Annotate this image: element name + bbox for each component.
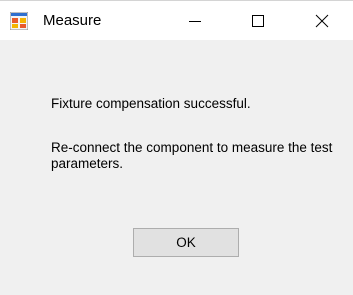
message-line-2: Re-connect the component to measure the … [51, 140, 333, 171]
minimize-button[interactable] [172, 1, 218, 41]
window-title: Measure [43, 12, 102, 29]
minimize-icon [189, 21, 201, 22]
measure-dialog: Measure Fixture compensation successful.… [0, 0, 353, 295]
close-icon [315, 14, 329, 28]
message-line-1: Fixture compensation successful. [51, 96, 251, 111]
close-button[interactable] [299, 1, 345, 41]
title-bar[interactable]: Measure [0, 0, 353, 40]
ok-button[interactable]: OK [133, 228, 239, 257]
application-icon [10, 12, 28, 30]
maximize-button[interactable] [235, 1, 281, 41]
maximize-icon [252, 15, 264, 27]
